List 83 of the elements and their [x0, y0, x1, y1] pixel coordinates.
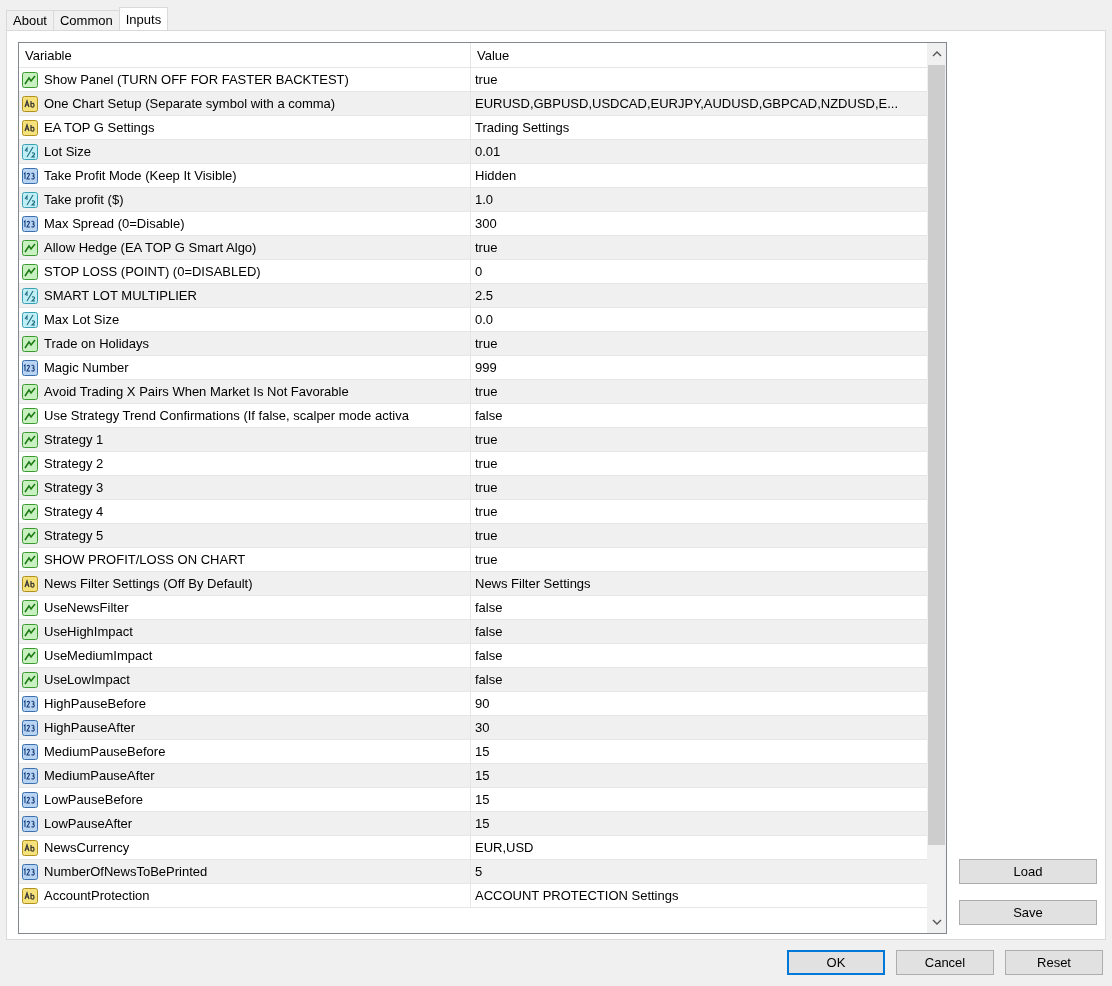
variable-name[interactable]: SMART LOT MULTIPLIER — [44, 288, 197, 303]
tab[interactable]: About — [6, 10, 54, 30]
variable-value[interactable]: 0.01 — [475, 144, 501, 159]
variable-name[interactable]: Take Profit Mode (Keep It Visible) — [44, 168, 237, 183]
variable-value[interactable]: false — [475, 672, 503, 687]
scroll-down-icon[interactable] — [931, 918, 942, 926]
variable-name[interactable]: SHOW PROFIT/LOSS ON CHART — [44, 552, 246, 567]
column-header[interactable]: Variable — [19, 43, 471, 67]
variable-value[interactable]: false — [475, 624, 503, 639]
variable-value[interactable]: 0 — [475, 264, 483, 279]
variable-value[interactable]: 15 — [475, 792, 490, 807]
variable-value[interactable]: false — [475, 600, 503, 615]
variable-value[interactable]: true — [475, 72, 498, 87]
variable-value[interactable]: false — [475, 408, 503, 423]
variable-value[interactable]: true — [475, 528, 498, 543]
variable-name[interactable]: MediumPauseBefore — [44, 744, 166, 759]
variable-name[interactable]: Take profit ($) — [44, 192, 124, 207]
variable-value[interactable]: true — [475, 384, 498, 399]
variable-name[interactable]: LowPauseAfter — [44, 816, 133, 831]
scrollbar[interactable] — [927, 43, 946, 933]
variable-value[interactable]: true — [475, 552, 498, 567]
variable-name[interactable]: NumberOfNewsToBePrinted — [44, 864, 208, 879]
scroll-up-icon[interactable] — [931, 50, 942, 58]
variable-value[interactable]: true — [475, 240, 498, 255]
side-button[interactable]: Save — [959, 900, 1097, 925]
variable-name[interactable]: Strategy 2 — [44, 456, 104, 471]
variable-name[interactable]: Use Strategy Trend Confirmations (If false, scalper mode activa — [44, 408, 409, 423]
variable-value[interactable]: false — [475, 648, 503, 663]
variable-name[interactable]: Strategy 1 — [44, 432, 104, 447]
variable-value[interactable]: true — [475, 456, 498, 471]
variable-name[interactable]: Lot Size — [44, 144, 91, 159]
variable-name[interactable]: UseHighImpact — [44, 624, 133, 639]
variable-value[interactable]: 1.0 — [475, 192, 494, 207]
variable-name[interactable]: LowPauseBefore — [44, 792, 143, 807]
variable-name[interactable]: HighPauseAfter — [44, 720, 136, 735]
variable-name[interactable]: NewsCurrency — [44, 840, 130, 855]
variable-name[interactable]: EA TOP G Settings — [44, 120, 155, 135]
variable-value[interactable]: Hidden — [475, 168, 517, 183]
variable-value[interactable]: 15 — [475, 816, 490, 831]
variable-name[interactable]: Allow Hedge (EA TOP G Smart Algo) — [44, 240, 257, 255]
variable-name[interactable]: News Filter Settings (Off By Default) — [44, 576, 253, 591]
variable-value[interactable]: 999 — [475, 360, 497, 375]
variable-value[interactable]: 15 — [475, 768, 490, 783]
variable-value[interactable]: EURUSD,GBPUSD,USDCAD,EURJPY,AUDUSD,GBPCAD,NZDUSD,E... — [475, 96, 899, 111]
variable-value[interactable]: true — [475, 432, 498, 447]
scrollbar-thumb[interactable] — [928, 65, 945, 845]
variable-name[interactable]: Max Spread (0=Disable) — [44, 216, 185, 231]
dialog-button[interactable]: Reset — [1005, 950, 1103, 975]
variable-name[interactable]: One Chart Setup (Separate symbol with a comma) — [44, 96, 336, 111]
variable-name[interactable]: MediumPauseAfter — [44, 768, 155, 783]
variable-value[interactable]: EUR,USD — [475, 840, 534, 855]
variable-name[interactable]: STOP LOSS (POINT) (0=DISABLED) — [44, 264, 261, 279]
variable-name[interactable]: Avoid Trading X Pairs When Market Is Not Favorable — [44, 384, 349, 399]
variable-value[interactable]: true — [475, 480, 498, 495]
variable-value[interactable]: Trading Settings — [475, 120, 570, 135]
variable-name[interactable]: Max Lot Size — [44, 312, 120, 327]
variable-name[interactable]: Strategy 4 — [44, 504, 104, 519]
variable-name[interactable]: UseMediumImpact — [44, 648, 153, 663]
variable-name[interactable]: UseLowImpact — [44, 672, 130, 687]
variable-value[interactable]: 300 — [475, 216, 497, 231]
variable-value[interactable]: 5 — [475, 864, 483, 879]
variable-name[interactable]: Show Panel (TURN OFF FOR FASTER BACKTEST) — [44, 72, 349, 87]
variable-name[interactable]: Magic Number — [44, 360, 129, 375]
variable-name[interactable]: Strategy 3 — [44, 480, 104, 495]
variable-value[interactable]: 90 — [475, 696, 490, 711]
variable-name[interactable]: HighPauseBefore — [44, 696, 146, 711]
variable-name[interactable]: UseNewsFilter — [44, 600, 129, 615]
variable-name[interactable]: Trade on Holidays — [44, 336, 149, 351]
variable-value[interactable]: true — [475, 336, 498, 351]
side-button[interactable]: Load — [959, 859, 1097, 884]
dialog-button[interactable]: OK — [787, 950, 885, 975]
column-header[interactable]: Value — [471, 43, 927, 67]
variable-value[interactable]: ACCOUNT PROTECTION Settings — [475, 888, 679, 903]
variable-name[interactable]: AccountProtection — [44, 888, 150, 903]
variable-value[interactable]: true — [475, 504, 498, 519]
dialog-button[interactable]: Cancel — [896, 950, 994, 975]
variable-value[interactable]: 0.0 — [475, 312, 494, 327]
variable-name[interactable]: Strategy 5 — [44, 528, 104, 543]
variable-value[interactable]: 30 — [475, 720, 490, 735]
tab[interactable]: Inputs — [118, 7, 169, 30]
variable-value[interactable]: 2.5 — [475, 288, 494, 303]
variable-value[interactable]: 15 — [475, 744, 490, 759]
variable-value[interactable]: News Filter Settings — [475, 576, 591, 591]
